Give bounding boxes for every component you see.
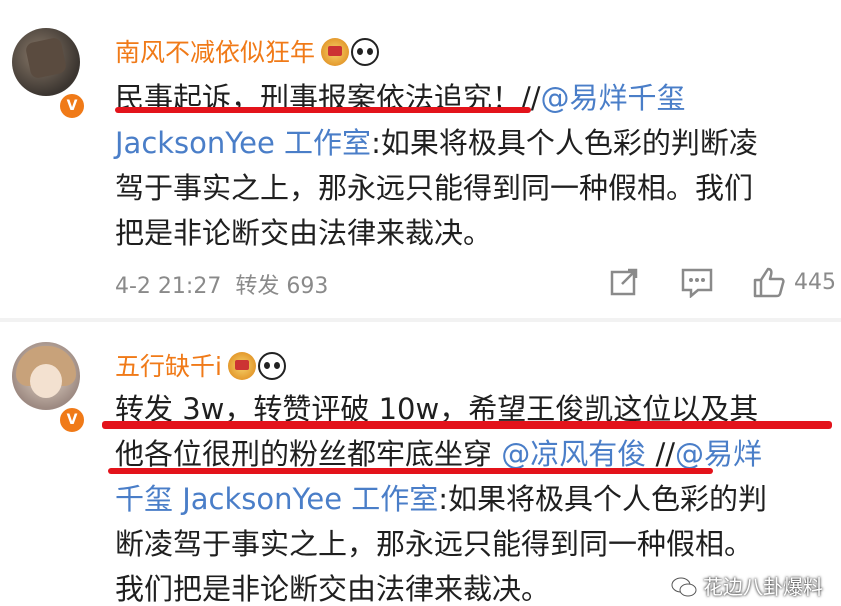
post-meta: 4-2 21:27 转发 693 xyxy=(115,268,342,300)
timestamp: 4-2 21:27 xyxy=(115,274,222,299)
comment-line-text: :如果将极具个人色彩的判断凌 xyxy=(371,126,758,160)
like-count: 445 xyxy=(794,270,836,295)
mention-link[interactable]: @易烊 xyxy=(675,437,762,471)
share-icon xyxy=(610,268,638,296)
comment-card: V 南风不减依似狂年 民事起诉，刑事报案依法追究！//@易烊千玺 Jackson… xyxy=(0,0,841,318)
repost-count[interactable]: 转发 693 xyxy=(235,274,328,299)
verified-badge-icon: V xyxy=(58,406,86,434)
crown-icon xyxy=(321,38,350,66)
mention-link[interactable]: @易烊千玺 xyxy=(541,81,686,115)
comment-button[interactable] xyxy=(680,266,714,300)
mention-link[interactable]: 千玺 JacksonYee 工作室 xyxy=(115,482,438,516)
verified-badge-icon: V xyxy=(58,92,86,120)
panda-icon xyxy=(257,352,286,380)
comment-line: 驾于事实之上，那永远只能得到同一种假相。我们 xyxy=(115,171,754,205)
avatar[interactable] xyxy=(12,28,80,96)
username-text[interactable]: 南风不减依似狂年 xyxy=(115,38,315,67)
username[interactable]: 五行缺千i xyxy=(115,347,286,383)
comment-text: 民事起诉，刑事报案依法追究！//@易烊千玺 JacksonYee 工作室:如果将… xyxy=(115,76,830,256)
comment-line-text: :如果将极具个人色彩的判 xyxy=(438,482,768,516)
comment-line-text: // xyxy=(646,437,676,471)
username-text[interactable]: 五行缺千i xyxy=(115,352,222,381)
comment-line: 把是非论断交由法律来裁决。 xyxy=(115,216,493,250)
comment-line: 千玺 JacksonYee 工作室:如果将极具个人色彩的判 xyxy=(115,477,830,522)
comment-icon xyxy=(681,268,713,298)
share-button[interactable] xyxy=(608,266,640,300)
panda-icon xyxy=(351,38,380,66)
crown-icon xyxy=(227,352,256,380)
highlight-underline xyxy=(102,421,832,429)
mention-link[interactable]: @凉风有俊 xyxy=(501,437,646,471)
mention-link[interactable]: JacksonYee 工作室 xyxy=(115,126,371,160)
watermark: 花边八卦爆料 xyxy=(671,571,823,600)
avatar[interactable] xyxy=(12,342,80,410)
wechat-icon xyxy=(671,577,697,597)
comment-line: 民事起诉，刑事报案依法追究！//@易烊千玺 xyxy=(115,76,830,121)
watermark-text: 花边八卦爆料 xyxy=(703,575,823,599)
like-icon xyxy=(753,267,785,298)
comment-line: JacksonYee 工作室:如果将极具个人色彩的判断凌 xyxy=(115,121,830,166)
comment-line: 断凌驾于事实之上，那永远只能得到同一种假相。 xyxy=(115,527,754,561)
highlight-underline xyxy=(115,107,531,113)
like-button[interactable]: 445 xyxy=(752,266,836,300)
comment-line-text: 他各位很刑的粉丝都牢底坐穿 xyxy=(115,437,502,471)
username[interactable]: 南风不减依似狂年 xyxy=(115,33,380,69)
highlight-underline xyxy=(108,468,713,474)
divider xyxy=(0,318,841,322)
